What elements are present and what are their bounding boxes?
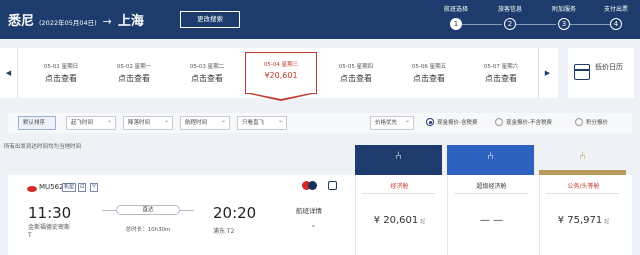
seat-icon: ⑃ [487, 149, 494, 162]
change-search-button[interactable]: 更改搜索 [180, 11, 240, 28]
next-week-arrow-icon[interactable]: ▶ [538, 48, 556, 98]
departure-time-dropdown[interactable]: 起飞时间 [66, 115, 116, 130]
route-summary: 悉尼 (2022年05月04日) → 上海 [8, 10, 144, 29]
step-payment: 支付出票 4 [603, 6, 628, 30]
date-cell-0501[interactable]: 05-01 星期日 点击查看 [25, 48, 97, 98]
arrival-airport: 浦东 T2 [213, 228, 235, 235]
date-cell-0506[interactable]: 05-06 星期五 点击查看 [393, 48, 465, 98]
local-time-note: 所有出发到达时间均为当地时间 [4, 144, 82, 150]
radio-selected-icon [426, 118, 434, 126]
radio-cash-incl-tax[interactable]: 现金报价-含税费 [426, 118, 478, 126]
date-cell-0504-selected[interactable]: 05-04 星期三 ¥20,601 [245, 52, 317, 94]
fare-premium-economy[interactable]: 超级经济舱 — — [447, 175, 534, 255]
meal-icon: ⊡ [78, 183, 87, 192]
radio-points[interactable]: 积分报价 [575, 118, 608, 126]
selected-date-pointer [245, 92, 317, 101]
top-header: 悉尼 (2022年05月04日) → 上海 更改搜索 航班选择 1 旅客信息 2… [0, 0, 640, 39]
low-price-calendar-button[interactable]: 低价日历 [568, 48, 634, 98]
radio-cash-excl-tax[interactable]: 现金报价-不含税费 [495, 118, 552, 126]
travel-date: (2022年05月04日) [39, 19, 97, 27]
route-line [102, 210, 116, 211]
codeshare-logos-icon [302, 181, 318, 190]
departure-time: 11:30 [28, 204, 72, 222]
flatbed-seat-icon: ⑃ [579, 149, 586, 162]
dining-icon: ♈ [90, 183, 99, 192]
chevron-down-icon[interactable]: ⌄ [310, 220, 317, 229]
filter-bar: 默认排序 起飞时间 降落时间 航程时间 只看直飞 价格优先 现金报价-含税费 现… [8, 113, 632, 133]
economy-cabin-header: ⑃ [355, 145, 442, 175]
calendar-icon [574, 64, 590, 80]
step-passenger-info: 旅客信息 2 [497, 6, 522, 30]
prev-week-arrow-icon[interactable]: ◀ [0, 48, 18, 98]
default-sort-button[interactable]: 默认排序 [18, 116, 56, 130]
premium-economy-cabin-header: ⑃ [447, 145, 534, 175]
booking-steps: 航班选择 1 旅客信息 2 附加服务 3 支付出票 4 [436, 5, 636, 35]
fare-economy[interactable]: 经济舱 ¥ 20,601 起 [355, 175, 442, 255]
business-price: ¥ 75,971 [557, 215, 603, 226]
fare-business[interactable]: 公务/头等舱 ¥ 75,971 起 [539, 175, 626, 255]
wifi-icon [328, 181, 337, 190]
step-extra-services: 附加服务 3 [551, 6, 576, 30]
direct-only-dropdown[interactable]: 只看直飞 [237, 115, 287, 130]
business-cabin-header: ⑃ [539, 145, 626, 175]
radio-icon [575, 118, 583, 126]
price-priority-dropdown[interactable]: 价格优先 [370, 115, 414, 130]
aircraft-type-tag[interactable]: 机型 [62, 183, 77, 192]
seat-icon: ⑃ [395, 149, 402, 162]
low-price-calendar-label: 低价日历 [595, 63, 623, 71]
total-duration: 总时长：10h30m [125, 227, 171, 233]
duration-dropdown[interactable]: 航程时间 [180, 115, 230, 130]
date-selector: ◀ 05-01 星期日 点击查看 05-02 星期一 点击查看 05-03 星期… [0, 48, 558, 101]
premium-economy-price: — — [479, 215, 504, 226]
step-flight-selection: 航班选择 1 [443, 6, 468, 30]
route-line [180, 210, 194, 211]
direct-badge: 直达 [116, 205, 180, 215]
date-cell-0502[interactable]: 05-02 星期一 点击查看 [98, 48, 170, 98]
flight-details-link[interactable]: 航班详情 [296, 205, 322, 215]
arrival-time: 20:20 [213, 204, 257, 222]
date-cell-0505[interactable]: 05-05 星期四 点击查看 [320, 48, 392, 98]
flight-number: MU562 [39, 183, 64, 191]
date-cell-0507[interactable]: 05-07 星期六 点击查看 [465, 48, 537, 98]
radio-icon [495, 118, 503, 126]
route-arrow-icon: → [102, 15, 112, 28]
destination-city: 上海 [117, 14, 144, 29]
arrival-time-dropdown[interactable]: 降落时间 [123, 115, 173, 130]
economy-price: ¥ 20,601 [373, 215, 419, 226]
origin-city: 悉尼 [8, 14, 35, 29]
flight-result-card: MU562 机型 ⊡ ♈ 11:30 金斯福德史密斯 T 直达 总时长：10h3… [8, 175, 632, 255]
departure-airport: 金斯福德史密斯 T [28, 224, 71, 239]
china-eastern-logo-icon [27, 185, 37, 193]
date-cell-0503[interactable]: 05-03 星期二 点击查看 [171, 48, 243, 98]
